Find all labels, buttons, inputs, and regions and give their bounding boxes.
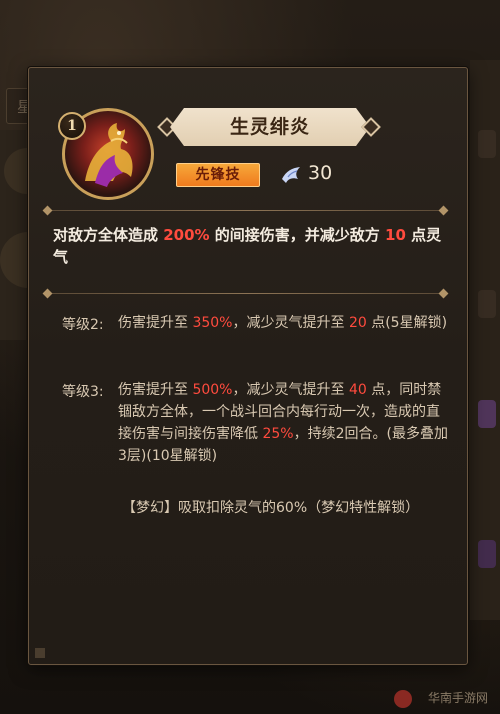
energy-cost-value: 30 — [308, 162, 333, 184]
dream-trait-text: 【梦幻】吸取扣除灵气的60%（梦幻特性解锁） — [122, 500, 420, 516]
level-badge: 1 — [58, 112, 86, 140]
level2-label: 等级2: — [62, 317, 104, 333]
background-right-item — [478, 540, 496, 568]
skill-description: 对敌方全体造成 200% 的间接伤害，并减少敌方 10 点灵气 — [53, 226, 442, 266]
skill-name: 生灵绯炎 — [170, 108, 370, 146]
watermark-text: 华南手游网 — [427, 691, 488, 705]
level3-label: 等级3: — [62, 384, 104, 400]
spirit-energy-icon — [282, 167, 300, 183]
background-right-item — [478, 400, 496, 428]
divider-top — [48, 210, 446, 211]
divider-middle — [48, 293, 446, 294]
level2-text: 伤害提升至 350%，减少灵气提升至 20 点(5星解锁) — [118, 315, 448, 331]
watermark-logo — [394, 690, 412, 708]
background-right-item — [478, 290, 496, 318]
background-right-item — [478, 130, 496, 158]
level3-text: 伤害提升至 500%，减少灵气提升至 40 点，同时禁锢敌方全体，一个战斗回合内… — [118, 382, 448, 464]
card-corner-mark — [35, 648, 45, 658]
skill-type-badge: 先锋技 — [176, 163, 260, 187]
